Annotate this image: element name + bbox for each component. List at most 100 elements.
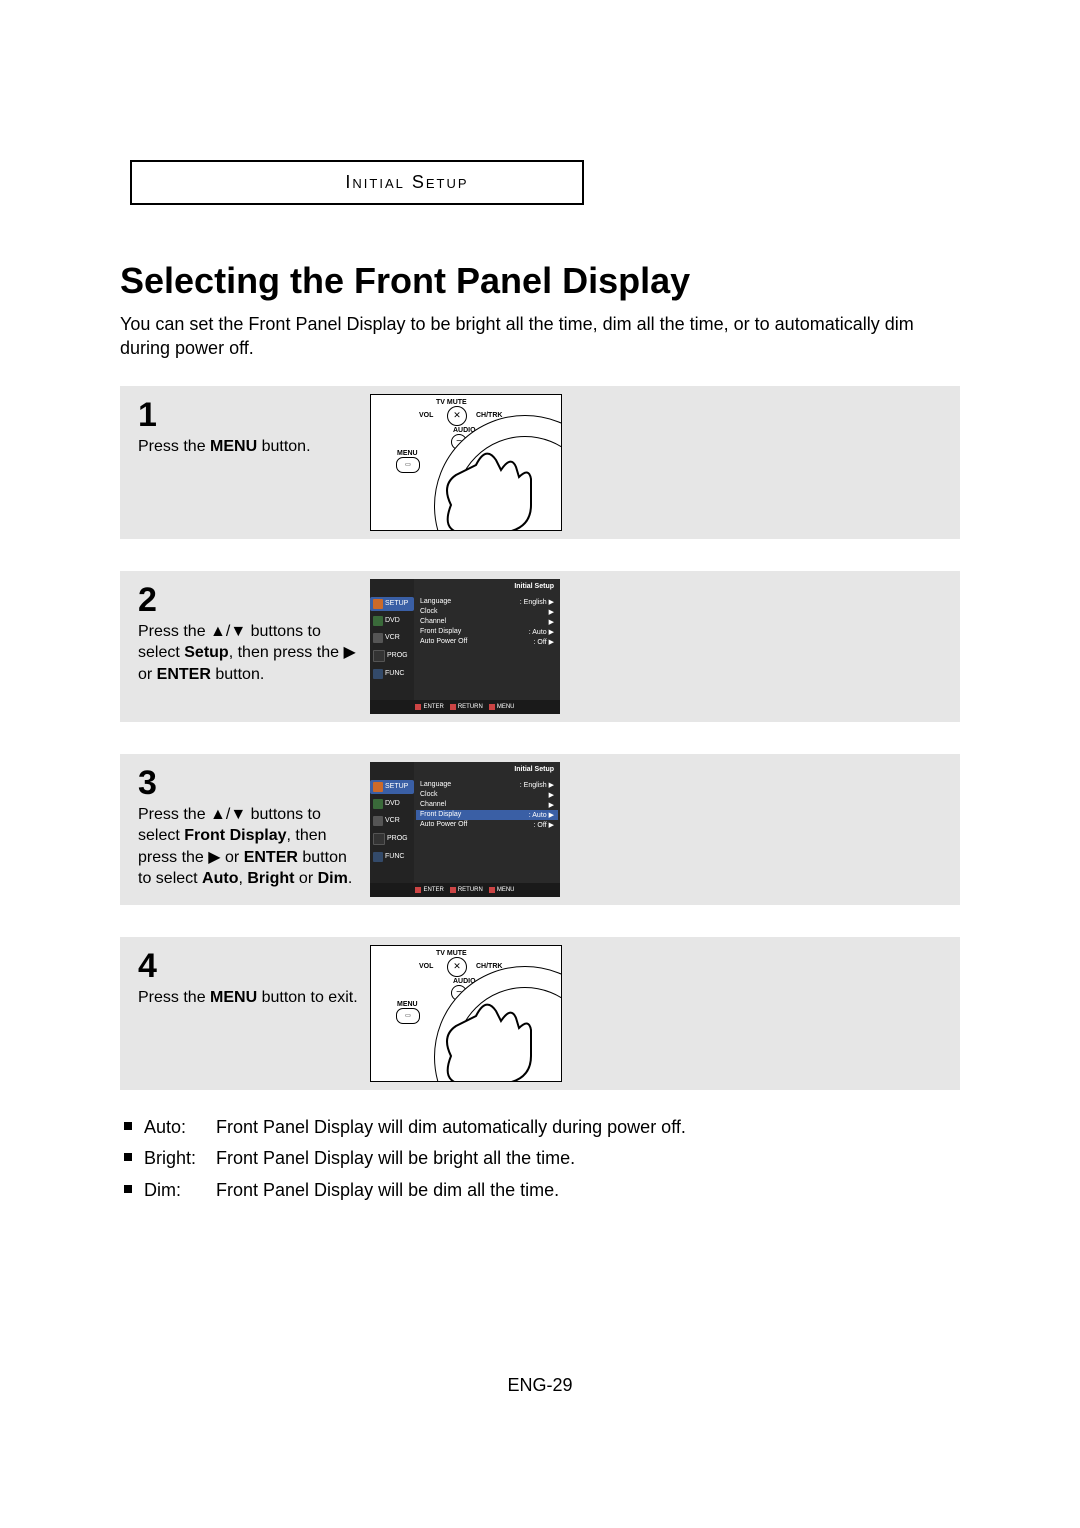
step-4-text: 4 Press the MENU button to exit. <box>120 937 370 1090</box>
osd-footer-return: RETURN <box>450 887 483 893</box>
clock-icon <box>373 833 385 845</box>
remote-label-chtrk: CH/TRK <box>476 412 502 419</box>
osd-footer: ENTER RETURN MENU <box>370 883 560 897</box>
osd-row-clock: Clock▶ <box>420 790 554 800</box>
remote-label-tvmute: TV MUTE <box>436 950 467 957</box>
remote-label-menu: MENU <box>397 1001 418 1008</box>
return-key-icon <box>450 704 456 710</box>
bullet-icon <box>124 1153 132 1161</box>
osd-row-channel: Channel▶ <box>420 617 554 627</box>
osd-row-clock: Clock▶ <box>420 607 554 617</box>
clock-icon <box>373 650 385 662</box>
bullet-icon <box>124 1122 132 1130</box>
section-header-label: Initial Setup <box>282 172 532 193</box>
step-3: 3 Press the ▲/▼ buttons to select Front … <box>120 754 960 905</box>
menu-button-icon: ▭ <box>396 457 420 473</box>
osd-sidebar: SETUP DVD VCR PROG FUNC <box>370 762 414 897</box>
step-2-line1: Press the ▲/▼ buttons to <box>138 623 321 640</box>
osd-menu: SETUP DVD VCR PROG FUNC Initial Setup La… <box>370 579 560 714</box>
osd-title: Initial Setup <box>514 583 554 590</box>
osd-row-autopoweroff: Auto Power Off: Off ▶ <box>420 637 554 647</box>
osd-row-frontdisplay: Front Display: Auto ▶ <box>420 627 554 637</box>
definition-dim: Dim: Front Panel Display will be dim all… <box>120 1177 960 1205</box>
hand-pointer-icon <box>431 986 562 1082</box>
osd-row-channel: Channel▶ <box>420 800 554 810</box>
osd-tab-setup: SETUP <box>370 597 414 611</box>
bullet-icon <box>124 1185 132 1193</box>
osd-tab-prog: PROG <box>370 648 414 664</box>
osd-footer-menu: MENU <box>489 887 515 893</box>
osd-tab-func: FUNC <box>370 667 414 681</box>
step-1-number: 1 <box>138 398 360 432</box>
osd-body: Initial Setup Language: English ▶ Clock▶… <box>414 762 560 897</box>
step-3-line2: select Front Display, then <box>138 827 327 844</box>
chevron-right-icon: ▶ <box>549 791 554 799</box>
osd-row-language: Language: English ▶ <box>420 597 554 607</box>
remote-label-menu: MENU <box>397 450 418 457</box>
step-1-text: 1 Press the MENU button. <box>120 386 370 539</box>
gear-icon <box>373 599 383 609</box>
step-1: 1 Press the MENU button. TV MUTE VOL CH/… <box>120 386 960 539</box>
step-2-number: 2 <box>138 583 360 617</box>
gear-icon <box>373 782 383 792</box>
osd-title: Initial Setup <box>514 766 554 773</box>
section-header-box: Initial Setup <box>130 160 584 205</box>
step-3-visual: SETUP DVD VCR PROG FUNC Initial Setup La… <box>370 754 960 905</box>
enter-key-icon <box>415 704 421 710</box>
grid-icon <box>373 669 383 679</box>
osd-tab-vcr: VCR <box>370 814 414 828</box>
step-3-text: 3 Press the ▲/▼ buttons to select Front … <box>120 754 370 905</box>
step-3-line3: press the ▶ or ENTER button <box>138 849 347 866</box>
remote-label-vol: VOL <box>419 412 433 419</box>
osd-footer-return: RETURN <box>450 704 483 710</box>
disc-icon <box>373 616 383 626</box>
step-2-line2: select Setup, then press the ▶ <box>138 644 356 661</box>
chevron-right-icon: ▶ <box>549 608 554 616</box>
chevron-right-icon: ▶ <box>549 812 554 819</box>
remote-illustration: TV MUTE VOL CH/TRK ✕ AUDIO − MENU ▭ ◀ <box>370 945 562 1082</box>
hand-pointer-icon <box>431 435 562 531</box>
chevron-right-icon: ▶ <box>549 639 554 646</box>
chevron-right-icon: ▶ <box>549 822 554 829</box>
mute-button-icon: ✕ <box>447 406 467 426</box>
definitions-list: Auto: Front Panel Display will dim autom… <box>120 1114 960 1206</box>
osd-body: Initial Setup Language: English ▶ Clock▶… <box>414 579 560 714</box>
step-3-line1: Press the ▲/▼ buttons to <box>138 806 321 823</box>
chevron-right-icon: ▶ <box>549 782 554 789</box>
osd-tab-func: FUNC <box>370 850 414 864</box>
mute-button-icon: ✕ <box>447 957 467 977</box>
step-4: 4 Press the MENU button to exit. TV MUTE… <box>120 937 960 1090</box>
chevron-right-icon: ▶ <box>549 629 554 636</box>
step-3-line4: to select Auto, Bright or Dim. <box>138 870 352 887</box>
osd-footer-enter: ENTER <box>415 887 443 893</box>
tape-icon <box>373 633 383 643</box>
step-2: 2 Press the ▲/▼ buttons to select Setup,… <box>120 571 960 722</box>
disc-icon <box>373 799 383 809</box>
step-3-number: 3 <box>138 766 360 800</box>
step-4-number: 4 <box>138 949 360 983</box>
remote-label-chtrk: CH/TRK <box>476 963 502 970</box>
menu-button-icon: ▭ <box>396 1008 420 1024</box>
osd-row-autopoweroff: Auto Power Off: Off ▶ <box>420 820 554 830</box>
step-2-line3: or ENTER button. <box>138 666 264 683</box>
page-number: ENG-29 <box>120 1375 960 1396</box>
osd-menu-highlight: SETUP DVD VCR PROG FUNC Initial Setup La… <box>370 762 560 897</box>
grid-icon <box>373 852 383 862</box>
definition-bright: Bright: Front Panel Display will be brig… <box>120 1145 960 1173</box>
remote-label-vol: VOL <box>419 963 433 970</box>
osd-tab-setup: SETUP <box>370 780 414 794</box>
chevron-right-icon: ▶ <box>549 599 554 606</box>
osd-tab-dvd: DVD <box>370 797 414 811</box>
osd-tab-prog: PROG <box>370 831 414 847</box>
menu-key-icon <box>489 887 495 893</box>
osd-tab-dvd: DVD <box>370 614 414 628</box>
step-1-visual: TV MUTE VOL CH/TRK ✕ AUDIO − MENU ▭ ◀ <box>370 386 960 539</box>
menu-key-icon <box>489 704 495 710</box>
return-key-icon <box>450 887 456 893</box>
step-4-visual: TV MUTE VOL CH/TRK ✕ AUDIO − MENU ▭ ◀ <box>370 937 960 1090</box>
osd-footer-enter: ENTER <box>415 704 443 710</box>
osd-row-language: Language: English ▶ <box>420 780 554 790</box>
step-2-text: 2 Press the ▲/▼ buttons to select Setup,… <box>120 571 370 722</box>
tape-icon <box>373 816 383 826</box>
remote-label-tvmute: TV MUTE <box>436 399 467 406</box>
